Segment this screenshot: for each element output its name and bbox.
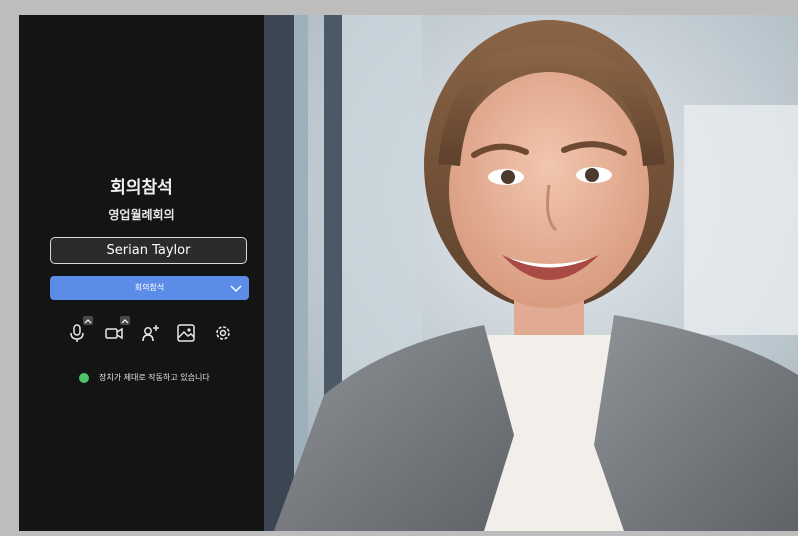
device-toolbar (19, 316, 264, 346)
chevron-up-icon (84, 318, 92, 323)
join-panel: 회의참석 영업월례회의 회의참석 (19, 15, 264, 531)
chevron-up-icon (121, 318, 129, 323)
background-image-icon[interactable] (175, 322, 197, 344)
participant-video-image (264, 15, 798, 531)
add-person-icon[interactable] (139, 322, 161, 344)
camera-icon[interactable] (103, 322, 125, 344)
microphone-options-caret[interactable] (83, 316, 93, 325)
status-text: 장치가 제대로 작동하고 있습니다 (99, 373, 210, 382)
microphone-icon[interactable] (66, 322, 88, 344)
meeting-name: 영업월례회의 (108, 208, 175, 222)
meeting-join-window: 회의참석 영업월례회의 회의참석 (19, 15, 798, 531)
join-meeting-label: 회의참석 (134, 283, 165, 292)
status-indicator-dot (79, 372, 89, 383)
join-meeting-button[interactable]: 회의참석 (50, 276, 249, 300)
camera-preview (264, 15, 798, 531)
chevron-down-icon[interactable] (229, 281, 243, 295)
display-name-input[interactable] (50, 237, 247, 264)
device-status: 장치가 제대로 작동하고 있습니다 (79, 372, 210, 383)
page-title: 회의참석 (110, 178, 173, 198)
settings-icon[interactable] (212, 322, 234, 344)
camera-options-caret[interactable] (120, 316, 130, 325)
